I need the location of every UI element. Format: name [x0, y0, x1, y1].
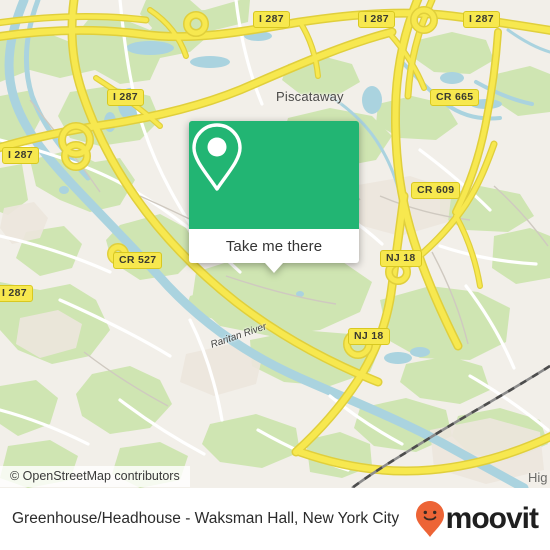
moovit-logo[interactable]: moovit	[415, 500, 539, 538]
map-pin-icon	[192, 123, 242, 191]
map-edge-label: Hig	[528, 470, 548, 485]
road-shield: NJ 18	[348, 328, 390, 345]
osm-attribution[interactable]: © OpenStreetMap contributors	[0, 466, 190, 487]
moovit-wordmark: moovit	[445, 502, 539, 535]
map-place-label: Piscataway	[276, 89, 344, 104]
road-shield: I 287	[107, 89, 144, 106]
moovit-smiley-pin-icon	[415, 501, 444, 537]
road-shield: I 287	[2, 147, 39, 164]
road-shield: NJ 18	[380, 250, 422, 267]
map-canvas[interactable]: Piscataway Raritan River Hig I 287 I 287…	[0, 0, 550, 488]
road-shield: I 287	[463, 11, 500, 28]
road-shield: I 287	[253, 11, 290, 28]
location-popup-card[interactable]: Take me there	[189, 121, 359, 273]
footer-bar: Greenhouse/Headhouse - Waksman Hall, New…	[0, 488, 550, 550]
popup-header	[189, 121, 359, 229]
station-title: Greenhouse/Headhouse - Waksman Hall, New…	[12, 510, 400, 527]
map-screenshot: Piscataway Raritan River Hig I 287 I 287…	[0, 0, 550, 550]
road-shield: I 287	[358, 11, 395, 28]
road-shield: CR 609	[411, 182, 461, 199]
popup-action-bar[interactable]: Take me there	[189, 229, 359, 273]
road-shield: I 287	[0, 285, 33, 302]
road-shield: CR 665	[430, 89, 480, 106]
road-shield: CR 527	[113, 252, 163, 269]
popup-pointer-tail	[265, 263, 283, 273]
take-me-there-label: Take me there	[225, 237, 323, 255]
